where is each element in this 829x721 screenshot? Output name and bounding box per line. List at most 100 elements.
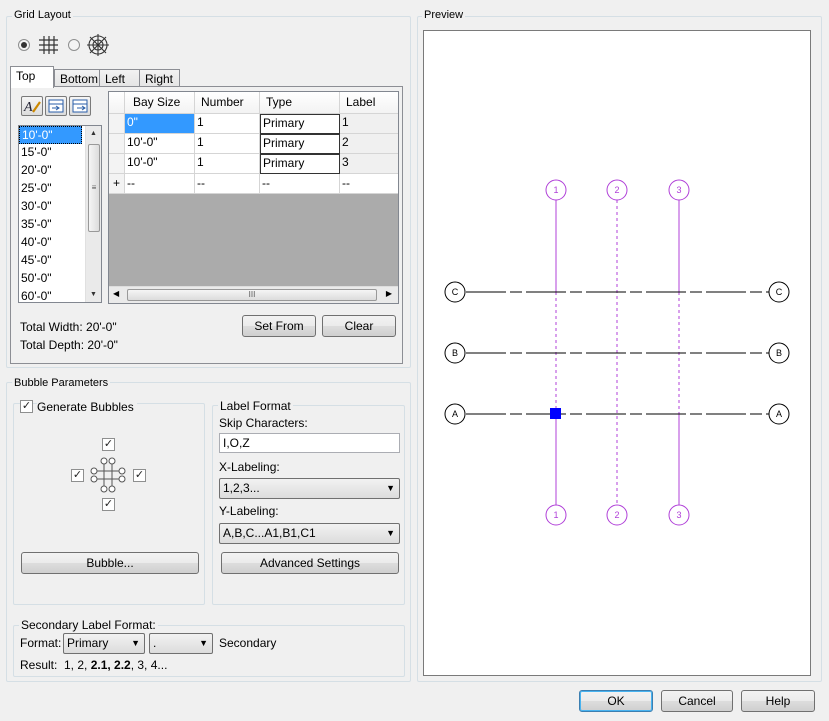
column-label: 2 xyxy=(614,510,619,520)
x-labeling-label: X-Labeling: xyxy=(219,460,280,474)
skip-characters-label: Skip Characters: xyxy=(219,416,308,430)
y-labeling-select[interactable]: A,B,C...A1,B1,C1 ▼ xyxy=(219,523,400,544)
column-label: 2 xyxy=(614,185,619,195)
table-cell[interactable]: -- xyxy=(195,174,260,194)
chevron-down-icon: ▼ xyxy=(386,528,395,538)
bubble-top-checkbox[interactable]: ✓ xyxy=(102,438,115,451)
result-pre: 1, 2, xyxy=(64,658,91,672)
label-edit-button[interactable]: A xyxy=(21,96,43,116)
column-label: 1 xyxy=(553,510,558,520)
help-button[interactable]: Help xyxy=(741,690,815,712)
export-icon xyxy=(72,99,88,113)
label-format-title: Label Format xyxy=(218,399,293,413)
row-header-corner xyxy=(109,92,125,114)
column-header-number[interactable]: Number xyxy=(195,92,260,114)
clear-button[interactable]: Clear xyxy=(322,315,396,337)
ok-button[interactable]: OK xyxy=(579,690,653,712)
list-item[interactable]: 10'-0" xyxy=(19,126,82,144)
bubble-left-checkbox[interactable]: ✓ xyxy=(71,469,84,482)
scroll-thumb[interactable]: ≡ xyxy=(88,144,100,232)
row-label: B xyxy=(776,348,782,358)
column-header-type[interactable]: Type xyxy=(260,92,340,114)
column-header-label[interactable]: Label xyxy=(340,92,398,114)
total-depth: Total Depth: 20'-0" xyxy=(20,338,118,352)
format-value: Primary xyxy=(67,636,109,650)
separator-select[interactable]: . ▼ xyxy=(149,633,213,654)
radial-grid-icon xyxy=(87,34,109,56)
table-cell[interactable]: 1 xyxy=(195,154,260,174)
row-label: C xyxy=(776,287,783,297)
table-cell[interactable]: 0" xyxy=(125,114,195,134)
import-icon xyxy=(48,99,64,113)
table-cell[interactable]: -- xyxy=(125,174,195,194)
orthogonal-grid-radio[interactable] xyxy=(18,39,30,51)
skip-characters-input[interactable]: I,O,Z xyxy=(219,433,400,453)
x-labeling-select[interactable]: 1,2,3... ▼ xyxy=(219,478,400,499)
radial-grid-radio[interactable] xyxy=(68,39,80,51)
format-label: Format: xyxy=(20,636,62,650)
row-header xyxy=(109,114,125,134)
row-label: C xyxy=(452,287,459,297)
table-h-scrollbar[interactable]: ◀ III ▶ xyxy=(109,286,398,303)
grid-layout-title: Grid Layout xyxy=(12,9,73,22)
total-width: Total Width: 20'-0" xyxy=(20,320,117,334)
table-cell[interactable]: 10'-0" xyxy=(125,134,195,154)
row-label: A xyxy=(776,409,782,419)
row-label: B xyxy=(452,348,458,358)
bubble-layout-icon xyxy=(90,457,126,493)
generate-bubbles-label: Generate Bubbles xyxy=(37,400,137,414)
table-cell[interactable]: Primary xyxy=(260,154,340,174)
row-header xyxy=(109,134,125,154)
table-cell[interactable]: -- xyxy=(340,174,398,194)
tab-top[interactable]: Top xyxy=(10,66,54,88)
label-edit-icon: A xyxy=(23,100,41,115)
table-cell[interactable]: -- xyxy=(260,174,340,194)
format-select[interactable]: Primary ▼ xyxy=(63,633,145,654)
scroll-up-icon[interactable]: ▲ xyxy=(86,130,101,137)
export-button[interactable] xyxy=(69,96,91,116)
table-cell[interactable]: 1 xyxy=(340,114,398,134)
bubble-button[interactable]: Bubble... xyxy=(21,552,199,574)
result-label: Result: xyxy=(20,658,58,672)
chevron-down-icon: ▼ xyxy=(386,483,395,493)
svg-text:A: A xyxy=(23,100,33,115)
set-from-button[interactable]: Set From xyxy=(242,315,316,337)
bubble-right-checkbox[interactable]: ✓ xyxy=(133,469,146,482)
advanced-settings-button[interactable]: Advanced Settings xyxy=(221,552,399,574)
preview-drawing: 1 2 3 1 2 3 C C B B A A xyxy=(444,179,790,526)
result-post: , 3, 4... xyxy=(130,658,168,672)
table-cell[interactable]: 10'-0" xyxy=(125,154,195,174)
separator-value: . xyxy=(153,636,157,650)
new-row-marker: + xyxy=(109,174,125,194)
column-label: 3 xyxy=(676,185,681,195)
secondary-label-format-title: Secondary Label Format: xyxy=(19,618,158,632)
table-cell[interactable]: 1 xyxy=(195,134,260,154)
list-scrollbar[interactable]: ▲ ≡ ▼ xyxy=(85,126,101,302)
table-cell[interactable]: 2 xyxy=(340,134,398,154)
x-labeling-value: 1,2,3... xyxy=(223,481,260,495)
bay-table[interactable]: Bay Size Number Type Label 0" 1 Primary … xyxy=(108,91,399,304)
table-cell[interactable]: Primary xyxy=(260,114,340,134)
bubble-bottom-checkbox[interactable]: ✓ xyxy=(102,498,115,511)
scroll-right-icon[interactable]: ▶ xyxy=(386,289,392,298)
row-header xyxy=(109,154,125,174)
result-value: 1, 2, 2.1, 2.2, 3, 4... xyxy=(64,658,167,672)
column-label: 1 xyxy=(553,185,558,195)
chevron-down-icon: ▼ xyxy=(131,638,140,648)
tab-bottom-label: Bottom xyxy=(60,72,99,86)
column-header-bay-size[interactable]: Bay Size xyxy=(125,92,195,114)
table-cell[interactable]: 1 xyxy=(195,114,260,134)
scroll-down-icon[interactable]: ▼ xyxy=(86,291,101,298)
orthogonal-grid-icon xyxy=(39,36,58,54)
generate-bubbles-checkbox[interactable]: ✓ xyxy=(20,400,33,413)
cancel-button[interactable]: Cancel xyxy=(661,690,733,712)
table-cell[interactable]: 3 xyxy=(340,154,398,174)
scroll-left-icon[interactable]: ◀ xyxy=(113,289,119,298)
h-scroll-thumb[interactable]: III xyxy=(127,289,377,301)
table-cell[interactable]: Primary xyxy=(260,134,340,154)
result-bold: 2.1, 2.2 xyxy=(90,658,131,672)
import-button[interactable] xyxy=(45,96,67,116)
secondary-text: Secondary xyxy=(219,636,277,650)
bay-size-list[interactable]: 10'-0" 15'-0" 20'-0" 25'-0" 30'-0" 35'-0… xyxy=(18,125,102,303)
tab-left-label: Left xyxy=(105,72,126,86)
